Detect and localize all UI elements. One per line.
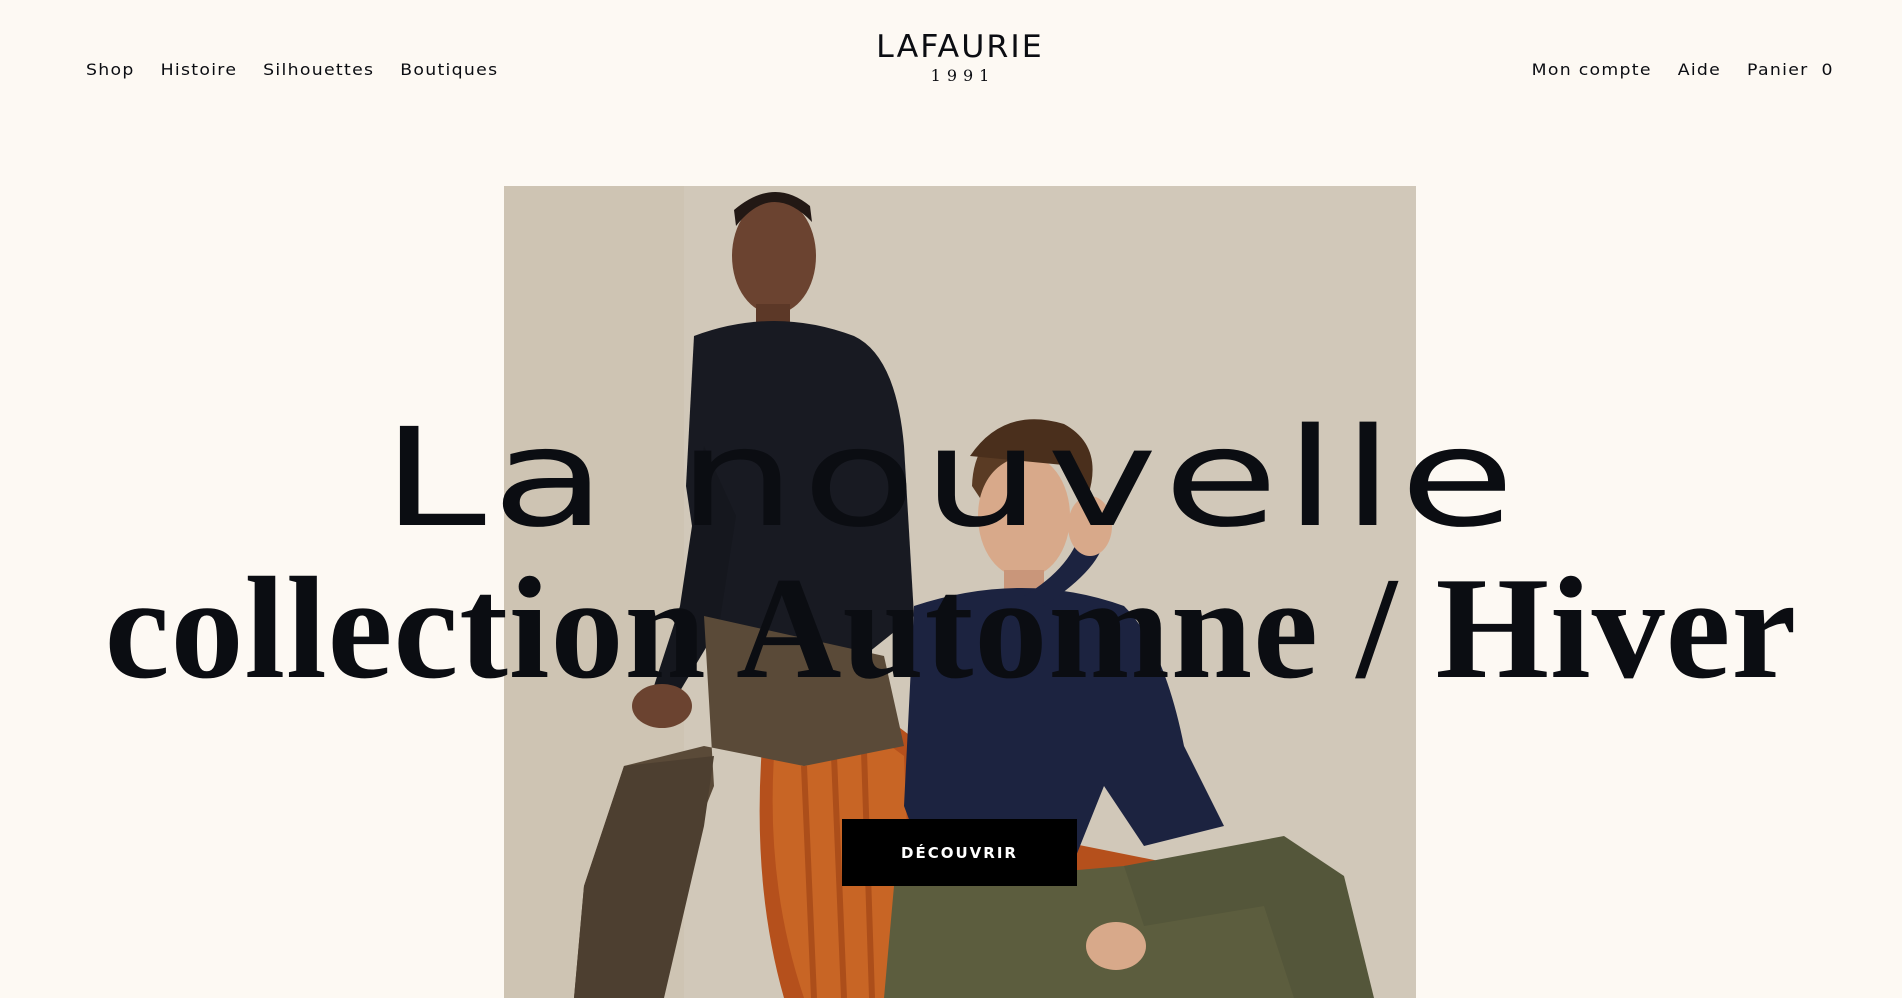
nav-link-boutiques[interactable]: Boutiques	[400, 60, 498, 79]
logo-year: 1991	[930, 66, 996, 85]
main-nav: Shop Histoire Silhouettes Boutiques	[86, 60, 498, 79]
discover-button[interactable]: DÉCOUVRIR	[842, 819, 1077, 886]
account-nav: Mon compte Aide Panier 0	[1532, 60, 1834, 79]
account-link[interactable]: Mon compte	[1532, 60, 1652, 79]
help-link[interactable]: Aide	[1678, 60, 1721, 79]
nav-link-shop[interactable]: Shop	[86, 60, 135, 79]
cart-count: 0	[1821, 60, 1834, 79]
cart-label: Panier	[1747, 60, 1809, 79]
site-header: Shop Histoire Silhouettes Boutiques LAFA…	[0, 0, 1902, 140]
logo-wordmark: LAFAURIE	[876, 29, 1044, 65]
brand-logo[interactable]: LAFAURIE 1991	[859, 30, 1061, 85]
nav-link-histoire[interactable]: Histoire	[161, 60, 238, 79]
cart-link[interactable]: Panier 0	[1747, 60, 1834, 79]
nav-link-silhouettes[interactable]: Silhouettes	[263, 60, 374, 79]
